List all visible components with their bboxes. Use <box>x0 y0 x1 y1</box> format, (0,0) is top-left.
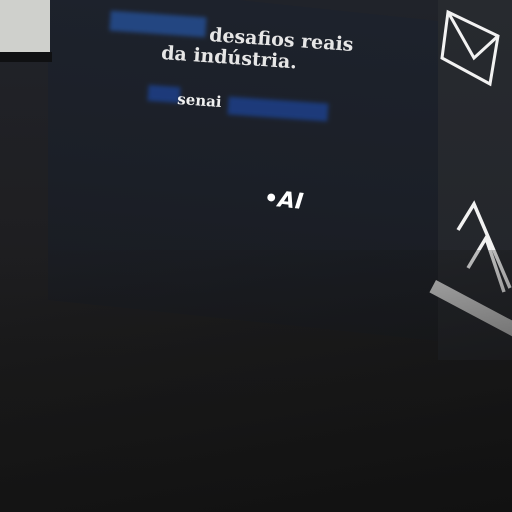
logo-fragment: •AI <box>262 186 305 215</box>
brand-text: senai <box>176 90 223 112</box>
floor-shadow <box>0 250 512 512</box>
photo-scene: desafios reais da indústria. senai •AI <box>0 0 512 512</box>
blue-highlight-2 <box>147 84 181 104</box>
corner-shadow <box>0 52 52 62</box>
white-corner-block <box>0 0 50 52</box>
envelope-icon <box>440 9 500 87</box>
